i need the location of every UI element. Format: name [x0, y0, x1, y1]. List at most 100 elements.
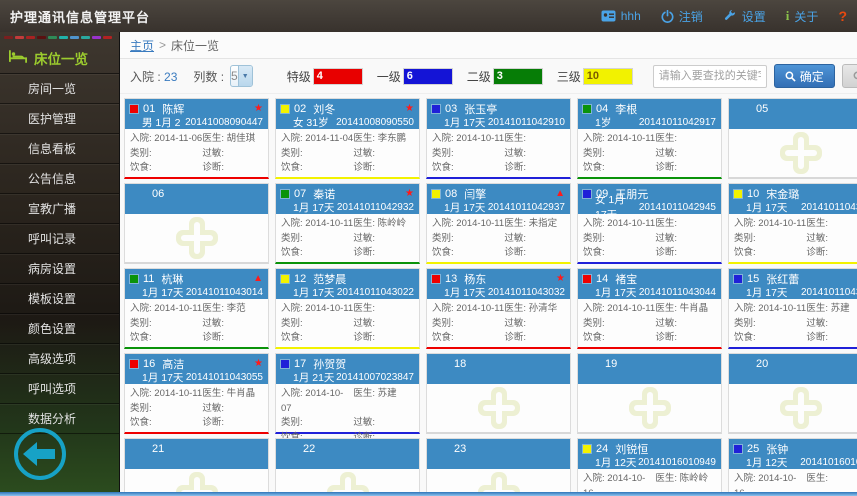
bed-card[interactable]: 12 范梦晨 1月 17天 20141011043022 入院: 2014-10… — [275, 268, 420, 349]
bed-number: 17 — [294, 357, 307, 370]
patient-gender-age: 1月 17天 — [142, 371, 184, 384]
admission-id: 20141008090447 — [185, 116, 263, 128]
admission-id: 20141011043055 — [185, 371, 263, 383]
sidebar-item-模板设置[interactable]: 模板设置 — [0, 284, 119, 314]
bed-number: 08 — [445, 187, 458, 200]
sidebar-item-医护管理[interactable]: 医护管理 — [0, 104, 119, 134]
bed-card-header: 02 刘冬 ★ 女 31岁 20141008090550 — [276, 99, 419, 129]
level-square-icon — [734, 189, 742, 198]
bed-number: 12 — [294, 272, 307, 285]
bed-number: 16 — [143, 357, 156, 370]
topbar-actions: hhh 注销 设置 i 关于 ? — [601, 8, 857, 25]
bed-card[interactable]: 16 高洁 ★ 1月 17天 20141011043055 入院: 2014-1… — [124, 353, 269, 434]
level-square-icon — [583, 189, 591, 198]
help-button[interactable]: ? — [838, 8, 847, 24]
bed-card[interactable]: 14 褚宝 1月 17天 20141011043044 入院: 2014-10-… — [577, 268, 722, 349]
patient-gender-age: 1月 12天 — [595, 456, 637, 469]
bed-card[interactable]: 03 张玉亭 1月 17天 20141011042910 入院: 2014-10… — [426, 98, 571, 179]
bed-card[interactable]: 20 — [728, 353, 857, 434]
bed-card[interactable]: 13 杨东 ★ 1月 17天 20141011043032 入院: 2014-1… — [426, 268, 571, 349]
sidebar-item-呼叫选项[interactable]: 呼叫选项 — [0, 374, 119, 404]
back-arrow-icon — [14, 428, 66, 480]
bed-card-details: 入院: 2014-11-06 医生: 胡佳琪 类别: 过敏: 饮食: 诊断: — [130, 133, 256, 173]
bed-number: 03 — [445, 102, 458, 115]
bed-card-details: 入院: 2014-10-11 医生: 李范 类别: 过敏: 饮食: 诊断: — [130, 303, 246, 343]
bed-card[interactable]: 08 闫擎 ▲ 1月 17天 20141011042937 入院: 2014-1… — [426, 183, 571, 264]
bed-card[interactable]: 19 — [577, 353, 722, 434]
admission-count: 入院 : 23 — [130, 69, 178, 84]
admission-id: 20141011042910 — [487, 116, 565, 128]
patient-gender-age: 1月 17天 — [595, 286, 637, 299]
bed-card[interactable]: 23 — [426, 438, 571, 496]
sidebar-menu: 房间一览 医护管理 信息看板 公告信息 宣教广播 呼叫记录 病房设置 模板设置 … — [0, 74, 119, 434]
bed-card[interactable]: 18 — [426, 353, 571, 434]
admission-id: 20141011043044 — [638, 286, 716, 298]
bed-number: 13 — [445, 272, 458, 285]
bed-card[interactable]: 25 张钟 1月 12天 201410160109 入院: 2014-10-16… — [728, 438, 857, 496]
back-button[interactable] — [12, 426, 68, 482]
columns-select[interactable]: 5 ▼ — [230, 65, 253, 87]
bed-card[interactable]: 09 王朋元 女 1月 17天 20141011042945 入院: 2014-… — [577, 183, 722, 264]
bed-card-header: 09 王朋元 女 1月 17天 20141011042945 — [578, 184, 721, 221]
bed-card[interactable]: 07 秦诺 ★ 1月 17天 20141011042932 入院: 2014-1… — [275, 183, 420, 264]
bed-number: 25 — [747, 442, 760, 455]
bed-card[interactable]: 06 — [124, 183, 269, 264]
bed-card[interactable]: 10 宋金璐 1月 17天 201410110430 入院: 2014-10-1… — [728, 183, 857, 264]
sidebar-item-呼叫记录[interactable]: 呼叫记录 — [0, 224, 119, 254]
bed-card[interactable]: 02 刘冬 ★ 女 31岁 20141008090550 入院: 2014-11… — [275, 98, 420, 179]
level-square-icon — [281, 274, 289, 283]
bed-card[interactable]: 15 张红蕾 1月 17天 201410110430 入院: 2014-10-1… — [728, 268, 857, 349]
bed-card[interactable]: 04 李根 1岁 20141011042917 入院: 2014-10-11 医… — [577, 98, 722, 179]
sidebar-item-病房设置[interactable]: 病房设置 — [0, 254, 119, 284]
legend-item: 二级 3 — [467, 68, 542, 85]
bed-card[interactable]: 22 — [275, 438, 420, 496]
breadcrumb-current: 床位一览 — [171, 38, 220, 53]
bed-card-header: 06 — [125, 184, 268, 214]
bed-card[interactable]: 11 杭琳 ▲ 1月 17天 20141011043014 入院: 2014-1… — [124, 268, 269, 349]
sidebar-item-颜色设置[interactable]: 颜色设置 — [0, 314, 119, 344]
legend-color-box: 6 — [403, 68, 452, 84]
sidebar-item-高级选项[interactable]: 高级选项 — [0, 344, 119, 374]
level-square-icon — [281, 359, 289, 368]
id-card-icon — [601, 10, 616, 22]
bed-card[interactable]: 24 刘锐恒 1月 12天 20141016010949 入院: 2014-10… — [577, 438, 722, 496]
bed-card-details: 入院: 2014-10-11 医生: 类别: 过敏: 饮食: 诊断: — [281, 303, 375, 343]
bed-number: 15 — [747, 272, 760, 285]
logout-button[interactable]: 注销 — [661, 8, 703, 25]
bed-card[interactable]: 01 陈辉 ★ 男 1月 2 20141008090447 入院: 2014-1… — [124, 98, 269, 179]
sidebar-item-公告信息[interactable]: 公告信息 — [0, 164, 119, 194]
breadcrumb-home-link[interactable]: 主页 — [130, 37, 154, 54]
bed-card-details: 入院: 2014-11-04 医生: 李东鹏 类别: 过敏: 饮食: 诊断: — [281, 133, 407, 173]
bed-card-header: 14 褚宝 1月 17天 20141011043044 — [578, 269, 721, 299]
user-menu[interactable]: hhh — [601, 9, 641, 23]
cancel-button[interactable]: 取消 — [841, 64, 857, 88]
bed-card-header: 19 — [578, 354, 721, 384]
sidebar-item-宣教广播[interactable]: 宣教广播 — [0, 194, 119, 224]
bed-number: 14 — [596, 272, 609, 285]
app-title: 护理通讯信息管理平台 — [10, 9, 151, 25]
bed-icon — [9, 49, 27, 66]
settings-button[interactable]: 设置 — [723, 8, 766, 25]
bottom-strip — [0, 492, 857, 496]
bed-card[interactable]: 21 — [124, 438, 269, 496]
search-input[interactable] — [652, 64, 767, 88]
patient-gender-age: 1月 17天 — [746, 201, 788, 214]
admission-id: 20141011043022 — [336, 286, 414, 298]
columns-label: 列数 : — [193, 69, 225, 84]
bed-number: 22 — [303, 442, 316, 455]
breadcrumb-separator: > — [159, 38, 167, 52]
empty-bed-cross-icon — [125, 214, 268, 262]
bed-card-details: 入院: 2014-10-11 医生: 未指定 类别: 过敏: 饮食: 诊断: — [432, 218, 558, 258]
about-button[interactable]: i 关于 — [786, 8, 819, 25]
sidebar-item-房间一览[interactable]: 房间一览 — [0, 74, 119, 104]
sidebar-item-信息看板[interactable]: 信息看板 — [0, 134, 119, 164]
bed-card[interactable]: 17 孙贺贺 1月 21天 20141007023847 入院: 2014-10… — [275, 353, 420, 443]
bed-card[interactable]: 05 — [728, 98, 857, 179]
bed-card-header: 25 张钟 1月 12天 201410160109 — [729, 439, 857, 469]
patient-gender-age: 1月 17天 — [444, 201, 486, 214]
sidebar-item-bed-overview[interactable]: 床位一览 — [0, 42, 119, 74]
bed-number: 19 — [605, 357, 618, 370]
bed-number: 20 — [756, 357, 769, 370]
confirm-button[interactable]: 确定 — [773, 64, 835, 88]
color-strip — [0, 32, 119, 42]
